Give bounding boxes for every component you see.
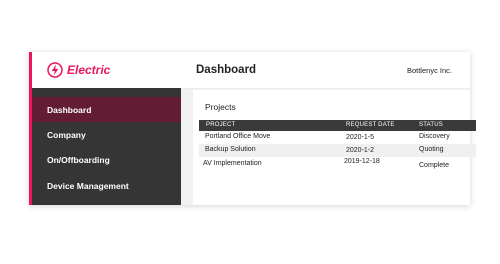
table-header: PROJECT REQUEST DATE STATUS — [199, 120, 476, 131]
table-row[interactable]: Backup Solution 2020-1-2 Quoting — [199, 144, 476, 157]
table-row[interactable]: Portland Office Move 2020-1-5 Discovery — [199, 131, 476, 144]
column-header-request-date[interactable]: REQUEST DATE — [346, 122, 395, 128]
sidebar-item-onoffboarding[interactable]: On/Offboarding — [32, 147, 181, 172]
project-cell: Portland Office Move — [205, 133, 271, 140]
sidebar-item-company[interactable]: Company — [32, 122, 181, 147]
brand-area[interactable]: Electric — [32, 52, 181, 88]
status-cell: Discovery — [419, 133, 450, 140]
sidebar-item-label: Device Management — [47, 181, 129, 191]
column-header-status[interactable]: STATUS — [419, 122, 443, 128]
table-row[interactable]: AV Implementation 2019-12-18 Complete — [199, 157, 476, 170]
date-cell: 2019-12-18 — [344, 158, 380, 165]
company-name[interactable]: Bottlenyc Inc. — [407, 66, 452, 75]
lightning-bolt-icon — [47, 62, 63, 78]
app-window: Electric Dashboard Bottlenyc Inc. Dashbo… — [29, 52, 476, 205]
sidebar-item-device-management[interactable]: Device Management — [32, 173, 181, 198]
sidebar-item-label: Company — [47, 130, 86, 140]
brand-name: Electric — [67, 63, 111, 77]
project-cell: AV Implementation — [203, 160, 262, 167]
projects-heading: Projects — [205, 102, 236, 112]
sidebar-item-dashboard[interactable]: Dashboard — [32, 97, 181, 122]
top-header: Dashboard Bottlenyc Inc. — [181, 52, 470, 89]
status-cell: Quoting — [419, 146, 444, 153]
main-content: Projects PROJECT REQUEST DATE STATUS Por… — [181, 89, 476, 205]
sidebar-item-label: Dashboard — [47, 105, 92, 115]
date-cell: 2020-1-2 — [346, 147, 375, 154]
page-title: Dashboard — [196, 64, 257, 76]
projects-card: Projects PROJECT REQUEST DATE STATUS Por… — [193, 90, 476, 205]
column-header-project[interactable]: PROJECT — [206, 122, 235, 128]
project-cell: Backup Solution — [205, 146, 256, 153]
date-cell: 2020-1-5 — [346, 134, 375, 141]
sidebar: Dashboard Company On/Offboarding Device … — [32, 88, 181, 205]
sidebar-item-label: On/Offboarding — [47, 155, 110, 165]
status-cell: Complete — [419, 162, 449, 169]
